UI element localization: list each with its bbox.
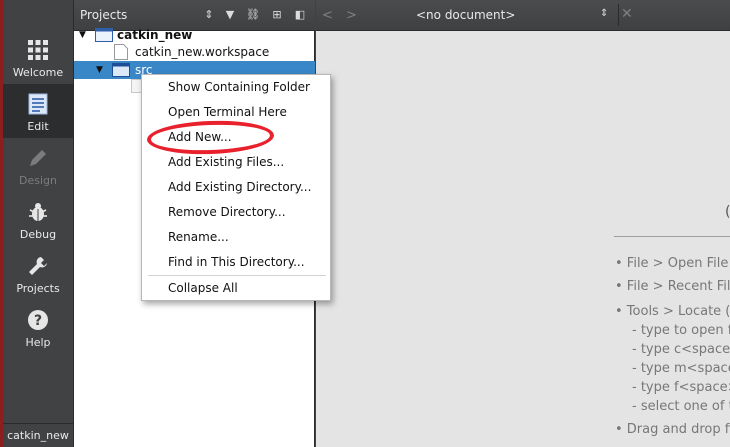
editor-area: ( • File > Open File o • File > Recent F… bbox=[316, 31, 730, 447]
editor-toolbar: < > <no document> ⇕ ✕ bbox=[316, 0, 730, 31]
mode-label: Debug bbox=[19, 228, 57, 241]
tree-item-file[interactable]: catkin_new.workspace bbox=[74, 43, 315, 61]
forward-arrow-icon[interactable]: > bbox=[346, 8, 357, 23]
hint-line: • File > Recent File bbox=[615, 279, 730, 294]
mode-label: Design bbox=[19, 174, 57, 187]
menu-item-show-containing-folder[interactable]: Show Containing Folder bbox=[142, 75, 330, 100]
tree-item-label: catkin_new bbox=[117, 28, 193, 42]
projects-view-selector[interactable]: Projects bbox=[80, 8, 127, 22]
menu-item-find-in-directory[interactable]: Find in This Directory... bbox=[142, 250, 330, 275]
svg-text:?: ? bbox=[34, 313, 42, 329]
hint-divider bbox=[614, 236, 730, 237]
bug-icon bbox=[29, 203, 47, 221]
document-selector[interactable]: <no document> bbox=[416, 8, 515, 22]
menu-item-remove-directory[interactable]: Remove Directory... bbox=[142, 200, 330, 225]
menu-item-open-terminal[interactable]: Open Terminal Here bbox=[142, 100, 330, 125]
hint-line: - type to open fi bbox=[632, 323, 730, 338]
back-arrow-icon[interactable]: < bbox=[322, 8, 333, 23]
folder-icon bbox=[112, 63, 130, 77]
help-icon: ? bbox=[28, 310, 48, 330]
hint-line: - select one of t bbox=[632, 399, 730, 414]
hint-line: • File > Open File o bbox=[615, 256, 730, 271]
tree-item-label: catkin_new.workspace bbox=[135, 45, 270, 59]
mode-label: Edit bbox=[27, 120, 49, 133]
hint-heading-partial: ( bbox=[725, 204, 730, 220]
document-dropdown-icon[interactable]: ⇕ bbox=[600, 8, 608, 19]
grid-icon bbox=[28, 40, 48, 60]
mode-projects[interactable]: Projects bbox=[3, 246, 73, 300]
menu-item-add-new[interactable]: Add New... bbox=[142, 125, 330, 150]
mode-welcome[interactable]: Welcome bbox=[3, 30, 73, 84]
document-icon bbox=[28, 93, 48, 115]
project-folder-icon bbox=[95, 28, 113, 42]
pencil-icon bbox=[30, 150, 46, 166]
menu-item-add-existing-directory[interactable]: Add Existing Directory... bbox=[142, 175, 330, 200]
mode-help[interactable]: ? Help bbox=[3, 300, 73, 354]
hint-line: - type m<space> bbox=[632, 361, 730, 376]
file-icon bbox=[114, 44, 128, 60]
split-icon[interactable]: ⊞ bbox=[269, 7, 285, 23]
mode-label: Welcome bbox=[12, 66, 64, 79]
hint-line: • Drag and drop fil bbox=[615, 422, 730, 437]
expand-arrow-icon[interactable]: ▼ bbox=[79, 26, 86, 44]
toolbar-divider bbox=[618, 4, 619, 26]
menu-item-add-existing-files[interactable]: Add Existing Files... bbox=[142, 150, 330, 175]
close-document-icon[interactable]: ✕ bbox=[621, 6, 633, 22]
hint-line: • Tools > Locate (C bbox=[615, 304, 730, 319]
link-icon[interactable]: ⛓ bbox=[245, 7, 261, 23]
filter-icon[interactable]: ▼ bbox=[222, 7, 238, 23]
menu-item-collapse-all[interactable]: Collapse All bbox=[142, 276, 330, 301]
close-pane-icon[interactable]: ◧ bbox=[292, 7, 308, 23]
mode-bar: Welcome Edit Design Debug Projects ? Hel… bbox=[0, 0, 74, 447]
active-project-selector[interactable]: catkin_new bbox=[3, 423, 73, 447]
wrench-icon bbox=[29, 257, 47, 275]
view-switch-icon[interactable]: ⇕ bbox=[201, 7, 217, 23]
mode-label: Projects bbox=[16, 282, 60, 295]
hint-line: - type f<space>< bbox=[632, 380, 730, 395]
mode-edit[interactable]: Edit bbox=[3, 84, 73, 138]
mode-debug[interactable]: Debug bbox=[3, 192, 73, 246]
mode-design: Design bbox=[3, 138, 73, 192]
hint-line: - type c<space> bbox=[632, 342, 730, 357]
mode-label: Help bbox=[25, 336, 51, 349]
tree-item-project[interactable]: ▼ catkin_new bbox=[74, 26, 315, 44]
context-menu: Show Containing Folder Open Terminal Her… bbox=[141, 74, 331, 301]
menu-item-rename[interactable]: Rename... bbox=[142, 225, 330, 250]
expand-arrow-icon[interactable]: ▼ bbox=[96, 61, 103, 79]
